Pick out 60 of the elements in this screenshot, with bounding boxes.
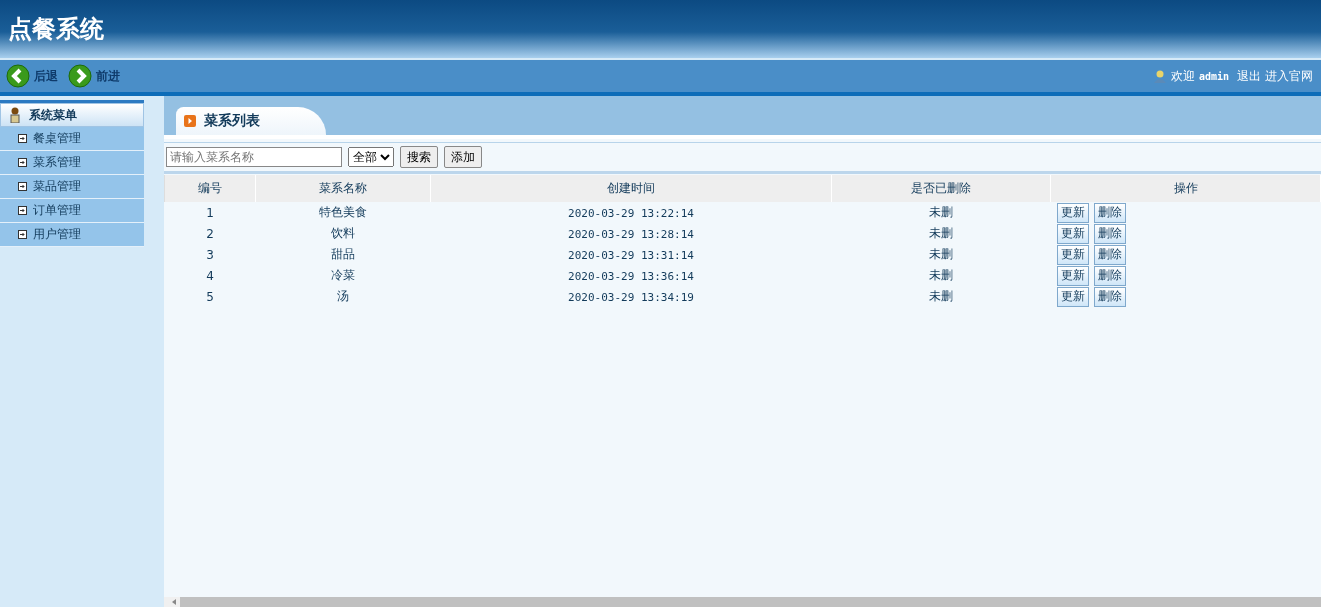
username: admin [1198,70,1229,82]
update-button[interactable]: 更新 [1056,223,1089,244]
table-cell: 未删 [929,289,953,303]
search-field[interactable]: 请输入菜系名称 [166,147,342,167]
arrow-box-icon [18,206,27,215]
logout-link[interactable]: 退出 [1237,67,1261,85]
add-button[interactable]: 添加 [444,146,482,168]
table-cell: 1 [206,205,214,220]
table-cell: 汤 [337,289,349,303]
column-header: 是否已删除 [831,175,1051,202]
sidebar-title: 系统菜单 [29,106,77,124]
arrow-box-icon [18,230,27,239]
delete-button[interactable]: 删除 [1093,202,1126,223]
table-cell: 2020-03-29 13:22:14 [568,206,694,220]
arrow-box-icon [18,182,27,191]
sidebar-item[interactable]: 餐桌管理 [0,127,144,151]
update-button[interactable]: 更新 [1056,265,1089,286]
search-button[interactable]: 搜索 [400,146,438,168]
delete-button[interactable]: 删除 [1093,286,1126,307]
sidebar-item[interactable]: 订单管理 [0,199,144,223]
table-cell: 2020-03-29 13:34:19 [568,290,694,304]
column-header: 编号 [164,175,256,202]
delete-button[interactable]: 删除 [1093,223,1126,244]
table-cell: 未删 [929,205,953,219]
table-cell: 4 [206,268,214,283]
arrow-box-icon [18,158,27,167]
table-cell: 2020-03-29 13:36:14 [568,269,694,283]
update-button[interactable]: 更新 [1056,286,1089,307]
update-button[interactable]: 更新 [1056,202,1089,223]
delete-button[interactable]: 删除 [1093,244,1126,265]
welcome-text: 欢迎 [1170,67,1195,85]
table-cell: 饮料 [331,226,355,240]
sidebar-item[interactable]: 用户管理 [0,223,144,247]
table-cell: 甜品 [331,247,355,261]
table-cell: 2 [206,226,214,241]
table-cell: 2020-03-29 13:31:14 [568,248,694,262]
delete-button[interactable]: 删除 [1093,265,1126,286]
user-icon [1152,69,1167,83]
column-header: 创建时间 [430,175,832,202]
table-cell: 未删 [929,226,953,240]
table-cell: 5 [206,289,214,304]
arrow-box-icon [18,134,27,143]
sidebar-item[interactable]: 菜品管理 [0,175,144,199]
table-cell: 未删 [929,268,953,282]
sidebar-item[interactable]: 菜系管理 [0,151,144,175]
horizontal-scrollbar[interactable] [164,597,1321,607]
update-button[interactable]: 更新 [1056,244,1089,265]
person-icon [9,107,21,123]
table-cell: 冷菜 [331,268,355,282]
filter-dropdown[interactable]: 全部 [348,147,394,167]
play-icon [184,115,196,127]
table-cell: 2020-03-29 13:28:14 [568,227,694,241]
column-header: 菜系名称 [255,175,431,202]
official-site-link[interactable]: 进入官网 [1265,67,1313,85]
app-title: 点餐系统 [8,14,104,45]
table-cell: 特色美食 [319,205,367,219]
column-header: 操作 [1050,175,1321,202]
table-cell: 3 [206,247,214,262]
list-tab[interactable]: 菜系列表 [176,107,326,135]
table-cell: 未删 [929,247,953,261]
